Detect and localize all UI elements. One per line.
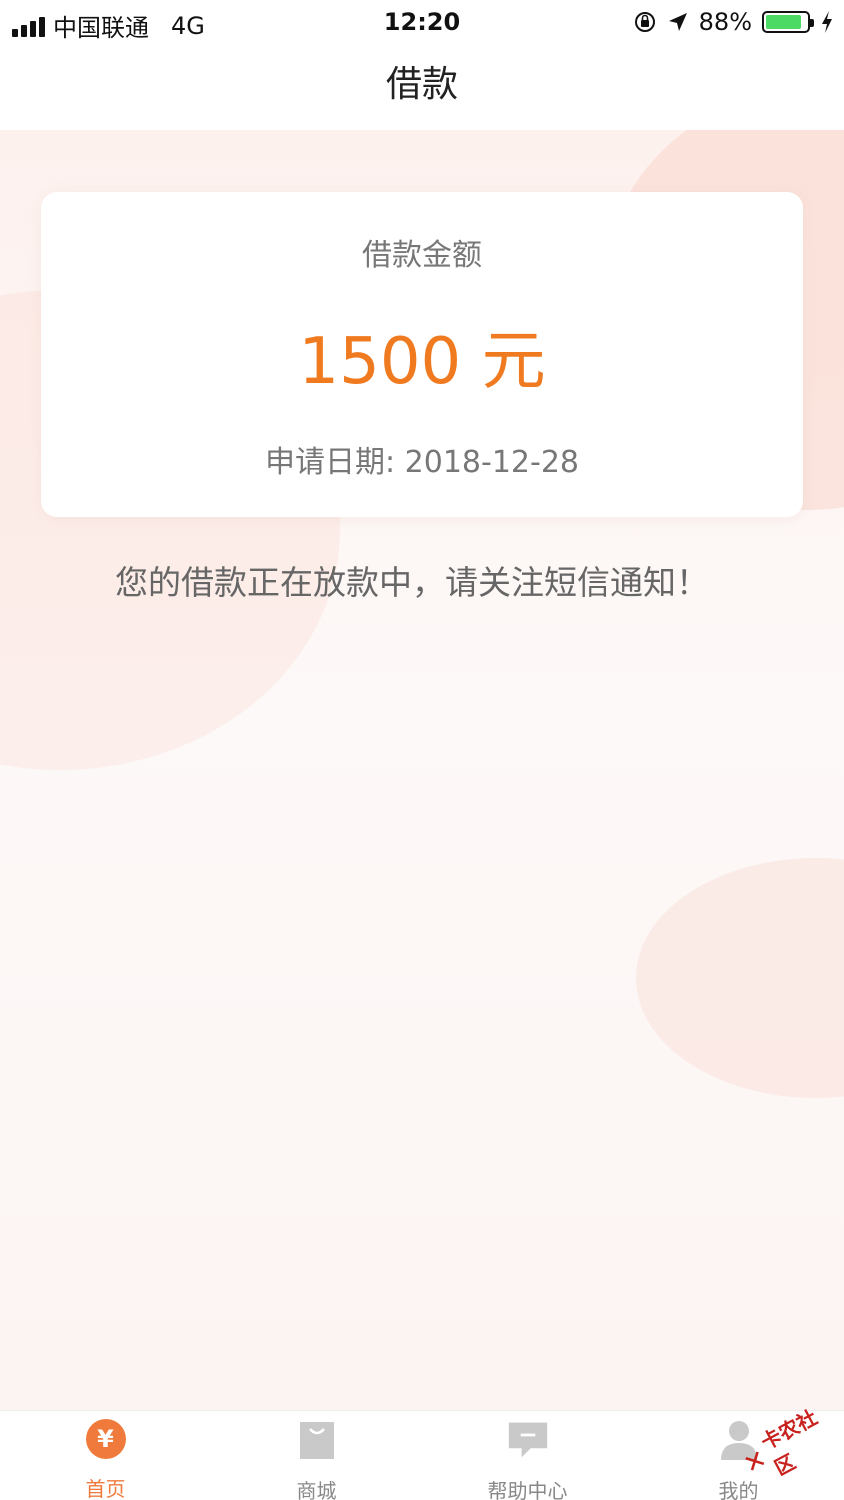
yen-icon: ¥ xyxy=(85,1419,127,1459)
loan-card: 借款金额 1500 元 申请日期: 2018-12-28 xyxy=(41,192,803,517)
tab-home[interactable]: ¥ 首页 xyxy=(0,1411,211,1500)
battery-percent: 88% xyxy=(698,8,752,36)
location-arrow-icon xyxy=(668,13,687,31)
shopping-bag-icon xyxy=(296,1419,338,1461)
nav-header: 借款 xyxy=(0,44,844,130)
orientation-lock-icon xyxy=(634,12,655,32)
decorative-circle xyxy=(636,858,844,1098)
tab-label: 首页 xyxy=(85,1477,126,1500)
disbursement-notice: 您的借款正在放款中，请关注短信通知！ xyxy=(115,563,709,602)
tab-label: 商城 xyxy=(296,1479,337,1500)
battery-fill xyxy=(766,15,802,29)
charging-bolt-icon xyxy=(822,11,832,33)
status-bar: 中国联通 4G 12:20 88% xyxy=(0,0,844,44)
page-title: 借款 xyxy=(385,64,458,105)
tab-help-center[interactable]: 帮助中心 xyxy=(422,1411,633,1500)
application-date: 申请日期: 2018-12-28 xyxy=(265,445,579,480)
loan-amount-value: 1500 元 xyxy=(298,325,546,399)
tab-mall[interactable]: 商城 xyxy=(211,1411,422,1500)
chat-bubble-icon xyxy=(507,1419,549,1461)
status-right: 88% xyxy=(633,8,834,36)
tab-label: 帮助中心 xyxy=(487,1479,568,1500)
tab-bar: ¥ 首页 商城 帮助中心 我的 xyxy=(0,1410,844,1500)
loan-amount-label: 借款金额 xyxy=(362,238,482,273)
battery-icon xyxy=(762,11,814,33)
